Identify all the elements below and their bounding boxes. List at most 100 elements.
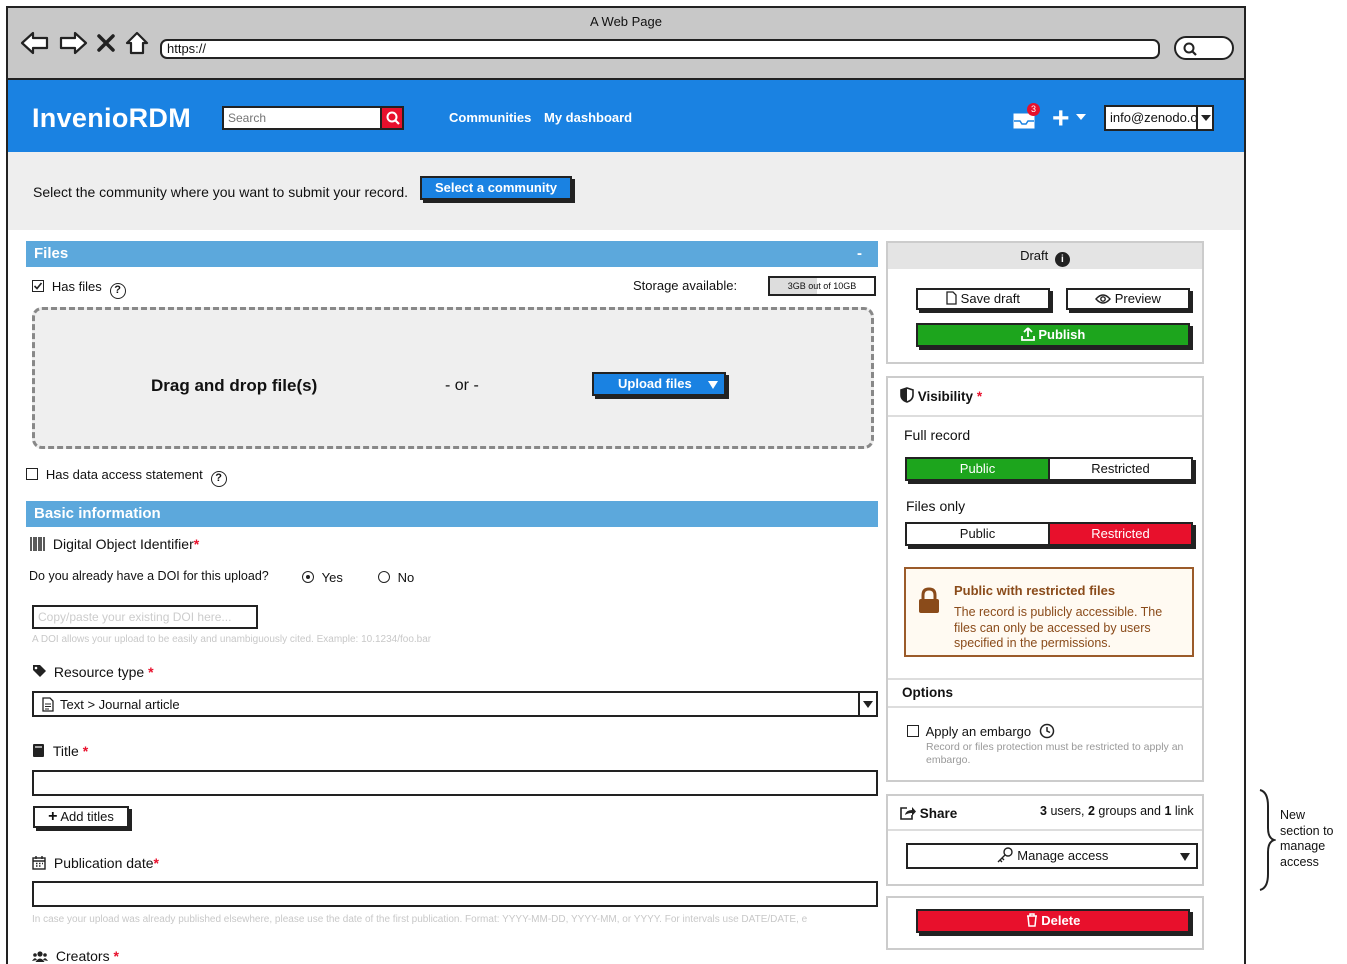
publish-label: Publish: [1038, 327, 1086, 342]
files-only-toggle[interactable]: Public Restricted: [905, 522, 1193, 546]
divider: [888, 415, 1202, 417]
community-bar: Select the community where you want to s…: [8, 152, 1244, 230]
save-draft-button[interactable]: Save draft: [916, 288, 1050, 310]
collapse-icon[interactable]: -: [857, 241, 862, 267]
plus-icon: +: [48, 808, 58, 825]
notice-text: The record is publicly accessible. The f…: [954, 605, 1163, 650]
share-users-count: 3: [1040, 804, 1047, 818]
address-bar[interactable]: https://: [160, 39, 1160, 59]
files-only-public[interactable]: Public: [907, 524, 1050, 544]
user-email: info@zenodo.org: [1110, 110, 1210, 125]
preview-button[interactable]: Preview: [1066, 288, 1190, 310]
pub-date-hint: In case your upload was already publishe…: [32, 914, 808, 925]
home-icon[interactable]: [124, 30, 150, 56]
data-access-checkbox[interactable]: [26, 468, 38, 480]
required-marker: *: [148, 664, 154, 680]
inbox-button[interactable]: 3: [1012, 103, 1040, 135]
files-only-restricted[interactable]: Restricted: [1050, 524, 1191, 544]
help-icon[interactable]: ?: [109, 283, 126, 299]
help-icon[interactable]: ?: [210, 471, 227, 487]
delete-label: Delete: [1041, 913, 1081, 928]
stop-x-icon[interactable]: [96, 30, 116, 56]
pub-date-label-row: Publication date*: [32, 855, 159, 871]
app-header: InvenioRDM Communities My dashboard 3 + …: [8, 80, 1244, 152]
magnifier-icon: [1183, 42, 1197, 56]
search-icon: [386, 111, 400, 125]
search-input[interactable]: [224, 108, 374, 128]
full-record-toggle[interactable]: Public Restricted: [905, 457, 1193, 481]
caret-down-icon: [1180, 853, 1190, 861]
browser-search-field[interactable]: [1174, 36, 1234, 60]
resource-type-value: Text > Journal article: [60, 697, 180, 712]
resource-type-select[interactable]: Text > Journal article: [32, 691, 878, 717]
embargo-label: Apply an embargo: [925, 724, 1032, 739]
basic-info-header[interactable]: Basic information: [26, 501, 878, 527]
or-separator: - or -: [445, 377, 479, 394]
data-access-label: Has data access statement: [45, 467, 203, 482]
doi-question: Do you already have a DOI for this uploa…: [29, 569, 269, 583]
back-arrow-icon[interactable]: [20, 30, 50, 56]
book-icon: [33, 744, 44, 757]
full-record-restricted[interactable]: Restricted: [1050, 459, 1191, 479]
required-marker: *: [193, 536, 200, 552]
select-community-button[interactable]: Select a community: [420, 176, 572, 200]
share-groups-count: 2: [1087, 804, 1095, 818]
doi-hint: A DOI allows your upload to be easily an…: [32, 634, 432, 645]
create-new-button[interactable]: +: [1052, 102, 1070, 136]
storage-value: 3GB out of 10GB: [787, 281, 857, 291]
barcode-icon: [30, 537, 45, 551]
file-dropzone[interactable]: Drag and drop file(s) - or - Upload file…: [32, 307, 874, 449]
embargo-checkbox[interactable]: [907, 725, 919, 737]
shield-icon: [900, 387, 914, 403]
upload-files-button[interactable]: Upload files: [592, 372, 726, 396]
publish-button[interactable]: Publish: [916, 323, 1190, 347]
doi-yes-option[interactable]: Yes: [302, 570, 343, 585]
visibility-header: Visibility *: [900, 387, 982, 404]
app-logo[interactable]: InvenioRDM: [32, 103, 191, 134]
manage-access-dropdown[interactable]: Manage access: [906, 843, 1198, 869]
user-menu[interactable]: info@zenodo.org: [1104, 105, 1214, 131]
add-titles-button[interactable]: + Add titles: [33, 806, 129, 828]
search-button[interactable]: [380, 106, 404, 130]
has-files-label: Has files: [51, 279, 102, 294]
delete-button[interactable]: Delete: [916, 909, 1190, 933]
doi-no-option[interactable]: No: [378, 570, 414, 585]
share-summary: 3 users, 2 groups and 1 link: [1040, 804, 1194, 818]
share-label: Share: [919, 806, 958, 821]
trash-icon: [1026, 913, 1037, 927]
divider: [888, 678, 1202, 680]
files-section-header[interactable]: Files -: [26, 241, 878, 267]
user-menu-chevron: [1196, 107, 1212, 129]
manage-access-label: Manage access: [1017, 848, 1109, 863]
doi-no-label: No: [397, 570, 415, 585]
resource-type-label-row: Resource type *: [32, 664, 154, 680]
doi-yes-label: Yes: [321, 570, 343, 585]
forward-arrow-icon[interactable]: [58, 30, 88, 56]
share-icon: [900, 807, 916, 820]
doi-input[interactable]: Copy/paste your existing DOI here...: [32, 605, 258, 629]
doi-yes-radio[interactable]: [302, 571, 314, 583]
full-record-label: Full record: [904, 427, 971, 443]
share-users-label: users,: [1050, 804, 1085, 818]
caret-down-icon: [708, 381, 718, 389]
embargo-hint: Record or files protection must be restr…: [926, 741, 1184, 766]
options-label: Options: [902, 685, 953, 700]
status-bar: Draft i: [888, 243, 1202, 269]
nav-communities[interactable]: Communities: [449, 110, 531, 125]
title-label: Title: [52, 743, 79, 759]
key-icon: [997, 847, 1013, 863]
full-record-public[interactable]: Public: [907, 459, 1050, 479]
preview-label: Preview: [1114, 291, 1161, 306]
doi-no-radio[interactable]: [378, 571, 390, 583]
caret-down-icon: [863, 701, 873, 708]
title-input[interactable]: [32, 770, 878, 796]
has-files-row: Has files ?: [32, 278, 126, 299]
doi-placeholder: Copy/paste your existing DOI here...: [38, 610, 232, 624]
select-chevron: [858, 693, 876, 715]
required-marker: *: [82, 743, 89, 759]
window-title: A Web Page: [589, 14, 663, 29]
nav-my-dashboard[interactable]: My dashboard: [544, 110, 632, 125]
has-files-checkbox[interactable]: [32, 280, 44, 292]
pub-date-input[interactable]: [32, 881, 878, 907]
resource-type-label: Resource type: [53, 664, 145, 680]
